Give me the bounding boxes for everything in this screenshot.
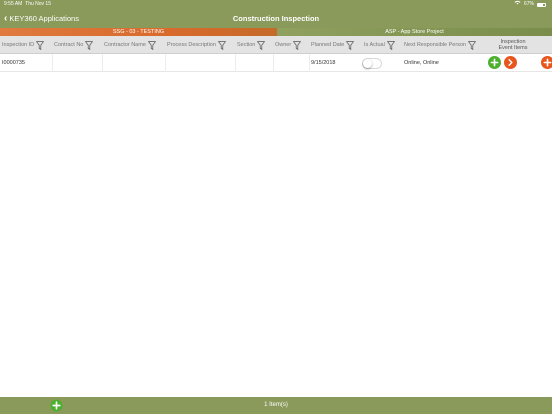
column-divider xyxy=(52,54,53,72)
column-header-inspection-id: Inspection ID xyxy=(2,36,45,54)
column-header-inspection-event-items: Inspection Event Items xyxy=(490,36,536,54)
table-header: Inspection ID Contract No Contractor Nam… xyxy=(0,36,552,54)
add-event-item-button[interactable] xyxy=(541,56,552,69)
status-bar: 9:55 AM Thu Nov 15 67% xyxy=(0,0,552,9)
column-label: Owner xyxy=(275,42,292,48)
status-right: 67% xyxy=(514,0,546,9)
cell-planned-date: 9/15/2018 xyxy=(311,60,336,66)
filter-icon[interactable] xyxy=(386,40,395,50)
column-label: Section xyxy=(237,42,256,48)
column-label: Contract No xyxy=(54,42,84,48)
footer-bar: 1 Item(s) xyxy=(0,397,552,414)
column-label: Inspection ID xyxy=(2,42,35,48)
context-site: SSG - 03 - TESTING xyxy=(0,28,277,36)
column-label: Is Actual xyxy=(364,42,385,48)
column-header-planned-date: Planned Date xyxy=(311,36,355,54)
context-project: ASP - App Store Project xyxy=(277,28,552,36)
wifi-icon xyxy=(514,0,521,9)
filter-icon[interactable] xyxy=(257,40,266,50)
is-actual-toggle[interactable] xyxy=(362,58,382,69)
plus-icon xyxy=(490,58,499,67)
chevron-right-icon xyxy=(508,59,513,66)
column-header-next-responsible-person: Next Responsible Person xyxy=(404,36,477,54)
filter-icon[interactable] xyxy=(147,40,156,50)
item-count: 1 Item(s) xyxy=(264,402,288,408)
open-inspection-button[interactable] xyxy=(504,56,517,69)
column-header-is-actual: Is Actual xyxy=(364,36,395,54)
column-label: Next Responsible Person xyxy=(404,42,467,48)
cell-inspection-id: I0000735 xyxy=(2,60,25,66)
column-label: Process Description xyxy=(167,42,216,48)
column-header-contract-no: Contract No xyxy=(54,36,94,54)
status-date: Thu Nov 15 xyxy=(25,1,51,7)
filter-icon[interactable] xyxy=(217,40,226,50)
column-divider xyxy=(235,54,236,72)
toggle-knob xyxy=(363,59,372,68)
status-time-date: 9:55 AM Thu Nov 15 xyxy=(4,0,51,9)
filter-icon[interactable] xyxy=(36,40,45,50)
plus-icon xyxy=(543,58,552,67)
column-header-process-description: Process Description xyxy=(167,36,226,54)
column-header-contractor-name: Contractor Name xyxy=(104,36,156,54)
column-divider xyxy=(273,54,274,72)
column-divider xyxy=(102,54,103,72)
filter-icon[interactable] xyxy=(468,40,477,50)
filter-icon[interactable] xyxy=(346,40,355,50)
table-row[interactable]: I0000735 9/15/2018 Online, Online xyxy=(0,54,552,72)
cell-next-responsible-person: Online, Online xyxy=(404,60,439,66)
filter-icon[interactable] xyxy=(293,40,302,50)
column-divider xyxy=(309,54,310,72)
status-time: 9:55 AM xyxy=(4,1,23,7)
column-header-owner: Owner xyxy=(275,36,302,54)
battery-icon xyxy=(537,2,546,7)
column-label: Planned Date xyxy=(311,42,345,48)
page-title: Construction Inspection xyxy=(232,14,320,23)
battery-percent: 67% xyxy=(523,1,534,7)
context-band: SSG - 03 - TESTING ASP - App Store Proje… xyxy=(0,28,552,36)
column-label-line: Event Items xyxy=(498,45,528,51)
nav-bar: ‹ KEY360 Applications Construction Inspe… xyxy=(0,9,552,28)
column-divider xyxy=(165,54,166,72)
column-header-section: Section xyxy=(237,36,266,54)
column-label: Contractor Name xyxy=(104,42,146,48)
add-inspection-event-button[interactable] xyxy=(488,56,501,69)
filter-icon[interactable] xyxy=(85,40,94,50)
